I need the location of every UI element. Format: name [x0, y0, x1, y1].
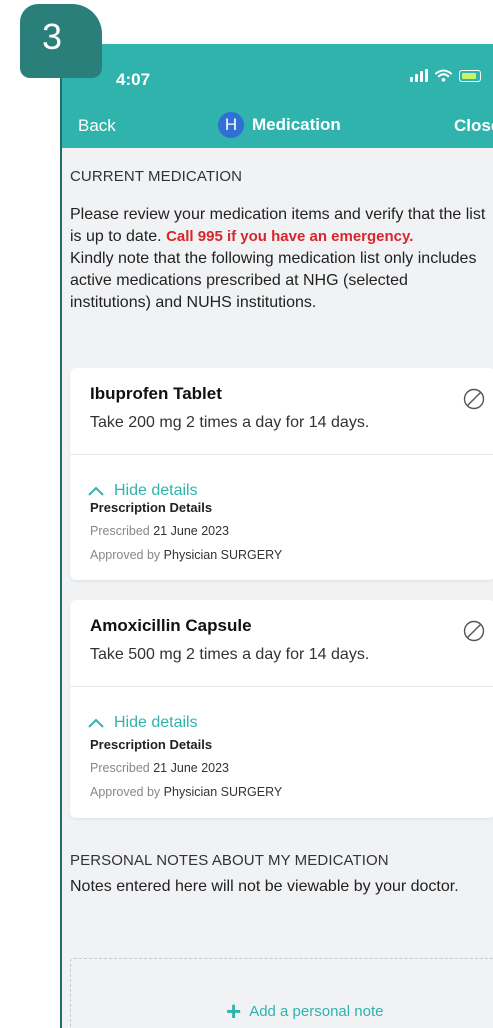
status-icons	[410, 69, 481, 82]
prescribed-line: Prescribed 21 June 2023	[90, 761, 229, 775]
medication-name: Amoxicillin Capsule	[90, 616, 252, 635]
stop-medication-icon[interactable]	[463, 620, 485, 642]
battery-icon	[459, 69, 481, 82]
page-title: Medication	[252, 115, 341, 134]
step-number-badge: 3	[20, 4, 102, 78]
add-personal-note-button[interactable]: + Add a personal note	[226, 996, 384, 1026]
approved-label: Approved by	[90, 548, 161, 562]
approved-by-value: Physician SURGERY	[163, 785, 283, 799]
status-bar: 4:07	[62, 44, 493, 100]
personal-notes-heading: PERSONAL NOTES ABOUT MY MEDICATION	[70, 852, 389, 869]
close-button[interactable]: Close	[454, 116, 493, 136]
status-time: 4:07	[116, 70, 151, 89]
prescribed-date: 21 June 2023	[153, 524, 229, 538]
prescribed-line: Prescribed 21 June 2023	[90, 524, 229, 538]
chevron-up-icon	[88, 486, 104, 496]
prescription-details-title: Prescription Details	[90, 737, 213, 752]
intro-text: Please review your medication items and …	[70, 204, 488, 314]
prescribed-label: Prescribed	[90, 524, 150, 538]
prescribed-date: 21 June 2023	[153, 761, 229, 775]
hide-details-label: Hide details	[114, 714, 198, 731]
card-divider	[70, 686, 493, 687]
hide-details-label: Hide details	[114, 482, 198, 499]
approved-line: Approved by Physician SURGERY	[90, 548, 282, 562]
navigation-bar: Back H Medication Close	[62, 100, 493, 148]
card-divider	[70, 454, 493, 455]
add-personal-note-label: Add a personal note	[249, 1002, 384, 1020]
medication-name: Ibuprofen Tablet	[90, 384, 222, 403]
approved-by-value: Physician SURGERY	[163, 548, 283, 562]
prescribed-label: Prescribed	[90, 761, 150, 775]
medication-card: Amoxicillin Capsule Take 500 mg 2 times …	[70, 600, 493, 818]
medication-dosage: Take 200 mg 2 times a day for 14 days.	[90, 414, 370, 431]
emergency-text: Call 995 if you have an emergency.	[166, 228, 414, 245]
h-logo-icon: H	[218, 112, 244, 138]
medication-dosage: Take 500 mg 2 times a day for 14 days.	[90, 646, 370, 663]
chevron-up-icon	[88, 718, 104, 728]
hide-details-toggle[interactable]: Hide details	[88, 482, 198, 500]
personal-notes-description: Notes entered here will not be viewable …	[70, 878, 459, 895]
medication-card: Ibuprofen Tablet Take 200 mg 2 times a d…	[70, 368, 493, 580]
current-medication-heading: CURRENT MEDICATION	[70, 168, 243, 185]
nav-title-group: H Medication	[218, 112, 341, 138]
plus-icon: +	[226, 996, 242, 1026]
approved-line: Approved by Physician SURGERY	[90, 785, 282, 799]
intro-note-text: Kindly note that the following medicatio…	[70, 250, 477, 311]
approved-label: Approved by	[90, 785, 161, 799]
stop-medication-icon[interactable]	[463, 388, 485, 410]
wifi-icon	[435, 69, 452, 82]
phone-screen: 4:07 Back H Medication Close CURRENT MED…	[60, 44, 493, 1028]
signal-icon	[410, 69, 428, 82]
prescription-details-title: Prescription Details	[90, 500, 213, 515]
back-button[interactable]: Back	[78, 116, 116, 136]
hide-details-toggle[interactable]: Hide details	[88, 714, 198, 732]
